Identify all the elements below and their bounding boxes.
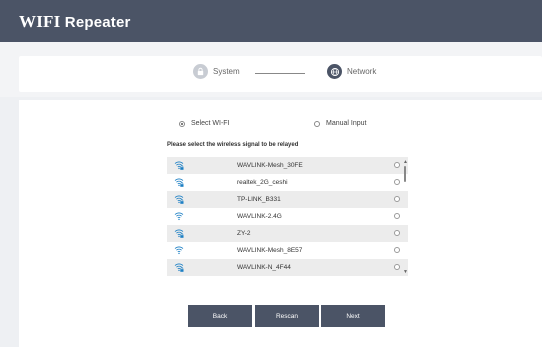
manual-input-radio[interactable] — [314, 120, 320, 127]
lock-icon — [193, 64, 208, 79]
network-ssid: WAVLINK-N_4F44 — [237, 264, 291, 271]
network-ssid: realtek_2G_ceshi — [237, 179, 288, 186]
next-button[interactable]: Next — [321, 305, 385, 327]
network-ssid: TP-LINK_B331 — [237, 196, 281, 203]
app-header: WIFI Repeater — [0, 0, 542, 42]
globe-icon — [327, 64, 342, 79]
network-row[interactable]: WAVLINK-N_4F44 — [167, 259, 408, 276]
back-button[interactable]: Back — [188, 305, 252, 327]
wifi-signal-icon — [174, 161, 184, 170]
rescan-button[interactable]: Rescan — [255, 305, 319, 327]
wifi-signal-icon — [174, 212, 184, 221]
network-list: WAVLINK-Mesh_30FE realtek_2G_ceshi TP-LINK… — [167, 157, 408, 280]
network-row[interactable]: TP-LINK_B331 — [167, 191, 408, 208]
network-ssid: WAVLINK-2.4G — [237, 213, 282, 220]
scrollbar-thumb[interactable] — [404, 166, 406, 182]
select-wifi-label: Select WI-FI — [191, 120, 230, 127]
manual-input-option[interactable]: Manual Input — [314, 120, 366, 127]
page-title-main: WIFI — [19, 12, 61, 31]
step-network: Network — [327, 64, 376, 79]
network-list-scrollbar[interactable]: ▲ ▼ — [402, 158, 408, 278]
scroll-up-arrow-icon[interactable]: ▲ — [403, 160, 408, 165]
network-select-radio[interactable] — [394, 247, 400, 253]
manual-input-label: Manual Input — [326, 120, 367, 127]
network-select-radio[interactable] — [394, 264, 400, 270]
relay-prompt: Please select the wireless signal to be … — [167, 142, 299, 148]
select-wifi-option[interactable]: Select WI-FI — [179, 120, 230, 127]
wifi-signal-icon — [174, 246, 184, 255]
network-select-radio[interactable] — [394, 196, 400, 202]
wifi-signal-icon — [174, 195, 184, 204]
wifi-signal-icon — [174, 178, 184, 187]
page-title: WIFI Repeater — [19, 12, 131, 32]
scroll-down-arrow-icon[interactable]: ▼ — [403, 270, 408, 275]
step-system-label: System — [213, 67, 240, 76]
network-row[interactable]: realtek_2G_ceshi — [167, 174, 408, 191]
wifi-signal-icon — [174, 229, 184, 238]
network-ssid: WAVLINK-Mesh_8E57 — [237, 247, 303, 254]
network-row[interactable]: WAVLINK-Mesh_30FE — [167, 157, 408, 174]
select-wifi-radio[interactable] — [179, 120, 185, 127]
page-title-rest: Repeater — [60, 14, 131, 31]
step-connector — [255, 73, 305, 74]
network-panel: Select WI-FI Manual Input Please select … — [19, 100, 542, 347]
network-row[interactable]: ZY-2 — [167, 225, 408, 242]
network-select-radio[interactable] — [394, 179, 400, 185]
network-select-radio[interactable] — [394, 230, 400, 236]
network-row[interactable]: WAVLINK-2.4G — [167, 208, 408, 225]
step-indicator: System Network — [19, 56, 542, 92]
network-ssid: ZY-2 — [237, 230, 251, 237]
network-row[interactable]: WAVLINK-Mesh_8E57 — [167, 242, 408, 259]
step-system: System — [193, 64, 240, 79]
network-ssid: WAVLINK-Mesh_30FE — [237, 162, 303, 169]
network-select-radio[interactable] — [394, 162, 400, 168]
wifi-signal-icon — [174, 263, 184, 272]
step-network-label: Network — [347, 67, 377, 76]
network-select-radio[interactable] — [394, 213, 400, 219]
